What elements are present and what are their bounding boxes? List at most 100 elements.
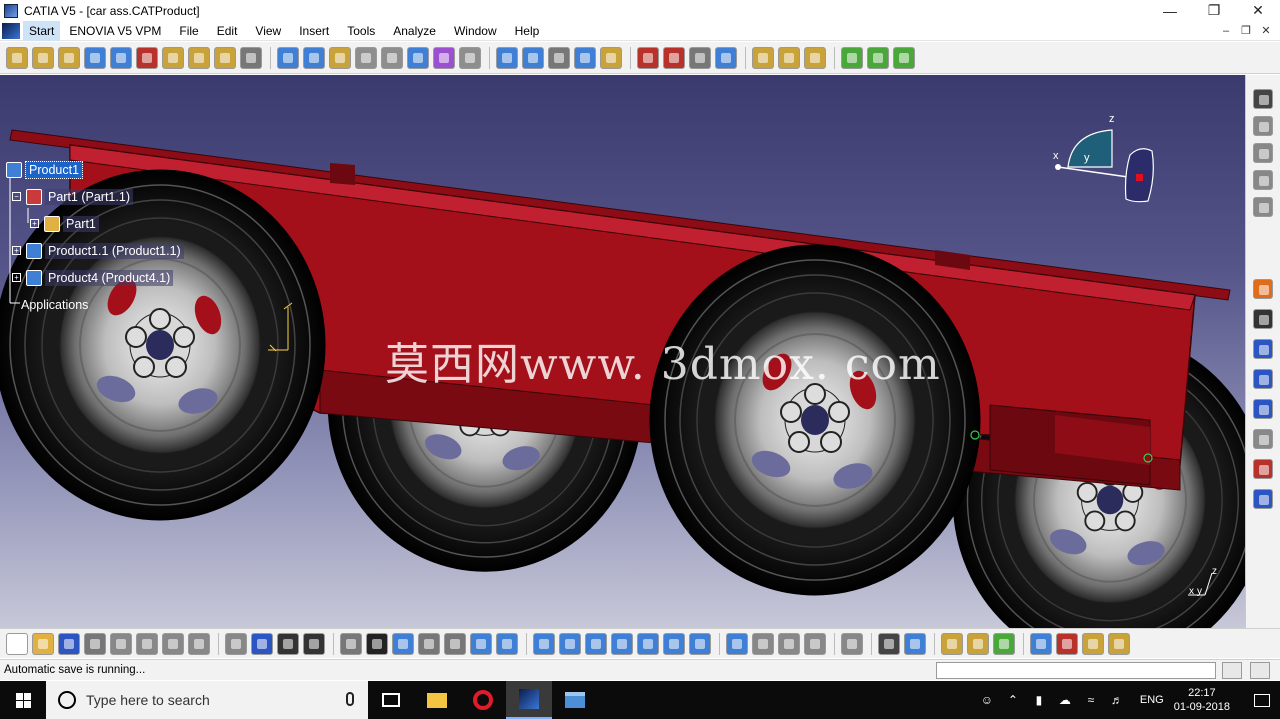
cloud-icon[interactable]: ☁	[1052, 693, 1078, 707]
expand-icon[interactable]: +	[12, 273, 21, 282]
menu-view[interactable]: View	[246, 21, 290, 41]
bottom-tool-icon-35[interactable]	[967, 632, 989, 655]
bottom-tool-icon-24[interactable]	[637, 632, 659, 655]
right-tool-icon-2[interactable]	[1253, 116, 1273, 136]
bottom-tool-icon-17[interactable]	[444, 632, 466, 655]
bottom-tool-icon-25[interactable]	[663, 632, 685, 655]
top-tool-icon-2[interactable]	[32, 46, 54, 69]
top-tool-icon-32[interactable]	[867, 46, 889, 69]
bottom-tool-icon-21[interactable]	[559, 632, 581, 655]
right-tool-icon-6[interactable]	[1253, 279, 1273, 299]
taskbar-search-box[interactable]: Type here to search	[46, 681, 368, 719]
bottom-tool-icon-2[interactable]	[32, 632, 54, 655]
doc-close-button[interactable]: ✕	[1256, 21, 1276, 41]
right-tool-icon-12[interactable]	[1253, 459, 1273, 479]
minimize-button[interactable]: —	[1148, 0, 1192, 21]
top-tool-icon-31[interactable]	[841, 46, 863, 69]
top-tool-icon-10[interactable]	[240, 46, 262, 69]
right-tool-icon-13[interactable]	[1253, 489, 1273, 509]
bottom-tool-icon-3[interactable]	[58, 632, 80, 655]
top-tool-icon-7[interactable]	[162, 46, 184, 69]
menu-analyze[interactable]: Analyze	[384, 21, 445, 41]
right-tool-icon-7[interactable]	[1253, 309, 1273, 329]
right-tool-icon-8[interactable]	[1253, 339, 1273, 359]
bottom-tool-icon-27[interactable]	[726, 632, 748, 655]
status-help-button[interactable]	[1250, 662, 1270, 679]
doc-minimize-button[interactable]: –	[1216, 21, 1236, 41]
top-tool-icon-13[interactable]	[329, 46, 351, 69]
start-menu-icon[interactable]	[2, 22, 20, 39]
top-tool-icon-6[interactable]	[136, 46, 158, 69]
top-tool-icon-28[interactable]	[752, 46, 774, 69]
right-tool-icon-4[interactable]	[1253, 170, 1273, 190]
bottom-tool-icon-23[interactable]	[611, 632, 633, 655]
bottom-tool-icon-28[interactable]	[752, 632, 774, 655]
top-tool-icon-19[interactable]	[496, 46, 518, 69]
task-view-button[interactable]	[368, 681, 414, 719]
top-tool-icon-14[interactable]	[355, 46, 377, 69]
bottom-tool-icon-8[interactable]	[188, 632, 210, 655]
people-icon[interactable]: ☺	[974, 693, 1000, 707]
bottom-tool-icon-30[interactable]	[804, 632, 826, 655]
doc-restore-button[interactable]: ❐	[1236, 21, 1256, 41]
bottom-tool-icon-36[interactable]	[993, 632, 1015, 655]
language-indicator[interactable]: ENG	[1140, 694, 1164, 706]
top-tool-icon-3[interactable]	[58, 46, 80, 69]
top-tool-icon-16[interactable]	[407, 46, 429, 69]
top-tool-icon-21[interactable]	[548, 46, 570, 69]
3d-viewport[interactable]: x y z x y z Product1 − Part1 (Part1.1) +	[0, 75, 1245, 628]
bottom-tool-icon-39[interactable]	[1082, 632, 1104, 655]
taskbar-file-explorer[interactable]	[414, 681, 460, 719]
top-tool-icon-4[interactable]	[84, 46, 106, 69]
bottom-tool-icon-29[interactable]	[778, 632, 800, 655]
menu-edit[interactable]: Edit	[208, 21, 247, 41]
menu-file[interactable]: File	[170, 21, 207, 41]
maximize-button[interactable]: ❐	[1192, 0, 1236, 21]
notification-button[interactable]	[1244, 681, 1280, 719]
bottom-tool-icon-11[interactable]	[277, 632, 299, 655]
volume-icon[interactable]: ♬	[1104, 693, 1130, 707]
right-tool-icon-1[interactable]	[1253, 89, 1273, 109]
expand-icon[interactable]: +	[12, 246, 21, 255]
top-tool-icon-12[interactable]	[303, 46, 325, 69]
windows-start-button[interactable]	[0, 681, 46, 719]
chevron-up-icon[interactable]: ⌃	[1000, 693, 1026, 707]
top-tool-icon-27[interactable]	[715, 46, 737, 69]
top-tool-icon-1[interactable]	[6, 46, 28, 69]
top-tool-icon-15[interactable]	[381, 46, 403, 69]
bottom-tool-icon-26[interactable]	[689, 632, 711, 655]
tree-node-part1[interactable]: + Part1	[30, 214, 99, 234]
status-options-button[interactable]	[1222, 662, 1242, 679]
tree-node-part1-instance[interactable]: − Part1 (Part1.1)	[12, 187, 133, 207]
tree-node-product1[interactable]: Product1	[6, 160, 84, 180]
top-tool-icon-24[interactable]	[637, 46, 659, 69]
top-tool-icon-9[interactable]	[214, 46, 236, 69]
bottom-tool-icon-7[interactable]	[162, 632, 184, 655]
bottom-tool-icon-15[interactable]	[392, 632, 414, 655]
tree-node-product1-1[interactable]: + Product1.1 (Product1.1)	[12, 241, 184, 261]
top-tool-icon-18[interactable]	[459, 46, 481, 69]
compass-widget[interactable]	[1055, 129, 1154, 203]
bottom-tool-icon-32[interactable]	[878, 632, 900, 655]
bottom-tool-icon-38[interactable]	[1056, 632, 1078, 655]
top-tool-icon-29[interactable]	[778, 46, 800, 69]
close-button[interactable]: ✕	[1236, 0, 1280, 21]
taskbar-window-app[interactable]	[552, 681, 598, 719]
taskbar-opera[interactable]	[460, 681, 506, 719]
bottom-tool-icon-16[interactable]	[418, 632, 440, 655]
bottom-tool-icon-9[interactable]	[225, 632, 247, 655]
bottom-tool-icon-14[interactable]	[366, 632, 388, 655]
taskbar-catia[interactable]	[506, 681, 552, 719]
tree-node-applications[interactable]: Applications	[18, 295, 91, 315]
taskbar-clock[interactable]: 22:17 01-09-2018	[1174, 686, 1230, 714]
bottom-tool-icon-13[interactable]	[340, 632, 362, 655]
bottom-tool-icon-34[interactable]	[941, 632, 963, 655]
top-tool-icon-17[interactable]	[433, 46, 455, 69]
bottom-tool-icon-4[interactable]	[84, 632, 106, 655]
bottom-tool-icon-1[interactable]	[6, 632, 28, 655]
bottom-tool-icon-10[interactable]	[251, 632, 273, 655]
expand-icon[interactable]: +	[30, 219, 39, 228]
menu-start[interactable]: Start	[23, 20, 61, 41]
top-tool-icon-20[interactable]	[522, 46, 544, 69]
collapse-icon[interactable]: −	[12, 192, 21, 201]
